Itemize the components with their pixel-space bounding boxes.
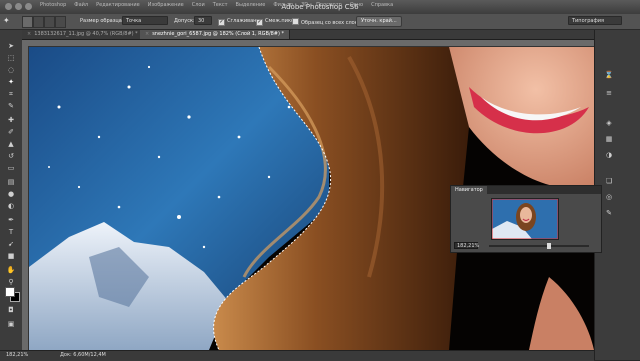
navigator-zoom-input[interactable]: 182,21% [454,242,479,249]
screen-mode-icon[interactable]: ▣ [5,320,17,328]
tolerance-label: Допуск: [174,18,195,24]
menu-item[interactable]: Справка [371,2,393,8]
history-brush-icon[interactable]: ↺ [5,152,17,160]
contiguous-checkbox[interactable]: ✓ Смеж.пикс [256,18,294,26]
swatches-icon[interactable]: ▦ [603,134,615,144]
all-layers-checkbox[interactable]: Образец со всех слоев [292,18,361,26]
workspace-select[interactable]: Типография [568,16,622,25]
navigator-header: Навигатор [451,186,601,194]
tab-document-2[interactable]: × snezhnie_gori_6587.jpg @ 182% (Слой 1, … [140,30,291,39]
menu-item[interactable]: Изображение [148,2,184,8]
path-select-icon[interactable]: ➹ [5,240,17,248]
magic-wand-icon[interactable]: ✦ [5,78,17,86]
navigator-zoom-slider[interactable] [489,245,589,247]
crop-icon[interactable]: ⌗ [5,90,17,98]
menu-item[interactable]: Файл [74,2,88,8]
stamp-icon[interactable]: ▲ [5,140,17,148]
adjustments-icon[interactable]: ◑ [603,150,615,160]
layers-icon[interactable]: ❏ [603,176,615,186]
ruler-horizontal [22,40,594,47]
lasso-icon[interactable]: ◌ [5,66,17,74]
blur-icon[interactable]: ● [5,190,17,198]
status-doc-size: Док: 6,60M/12,4M [60,352,106,358]
properties-icon[interactable]: ≡ [603,88,615,98]
tab-document-1[interactable]: × 1383132617_11.jpg @ 40,7% (RGB/8#) * [22,30,144,39]
status-bar: 182,21% Док: 6,60M/12,4M [0,350,594,361]
navigator-panel: Навигатор 182,21% [450,185,602,253]
subtract-selection-icon[interactable] [44,16,55,28]
zoom-icon[interactable]: ⚲ [5,278,17,286]
new-selection-icon[interactable] [22,16,33,28]
contiguous-label: Смеж.пикс [265,18,294,24]
menu-bar: Photoshop Файл Редактирование Изображение Сл… [40,2,393,8]
navigator-thumbnail[interactable] [491,198,559,240]
foreground-color-swatch[interactable] [5,287,15,297]
title-bar: Adobe Photoshop CS6 Photoshop Файл Редакти… [0,0,640,15]
paths-icon[interactable]: ✎ [603,208,615,218]
intersect-selection-icon[interactable] [55,16,66,28]
quick-mask-icon[interactable]: ◘ [5,306,17,314]
sample-size-select[interactable]: Точка [122,16,168,25]
eyedropper-icon[interactable]: ✎ [5,102,17,110]
navigator-zoom-knob[interactable] [547,243,551,249]
menu-item[interactable]: Текст [213,2,228,8]
menu-item[interactable]: Photoshop [40,2,66,8]
status-zoom[interactable]: 182,21% [6,352,28,358]
menu-item[interactable]: Просмотр [316,2,342,8]
type-icon[interactable]: T [5,228,17,236]
menu-item[interactable]: Редактирование [96,2,140,8]
close-tab-icon[interactable]: × [27,31,31,37]
options-bar: ✦ Размер образца: Точка Допуск: 30 ✓ Сгла… [0,14,640,30]
pen-icon[interactable]: ✒ [5,216,17,224]
magic-wand-icon[interactable]: ✦ [3,16,17,26]
add-selection-icon[interactable] [33,16,44,28]
menu-item[interactable]: Выделение [236,2,266,8]
menu-item[interactable]: Фильтр [273,2,293,8]
document-tabs: × 1383132617_11.jpg @ 40,7% (RGB/8#) * × s… [22,30,594,40]
sample-size-label: Размер образца: [80,18,124,24]
shape-icon[interactable]: ■ [5,252,17,260]
navigator-preview-image [492,199,558,239]
tolerance-input[interactable]: 30 [194,16,212,25]
navigator-tab[interactable]: Навигатор [451,186,487,194]
ruler-vertical [22,46,29,350]
tab-label: 1383132617_11.jpg @ 40,7% (RGB/8#) * [34,31,138,37]
all-layers-label: Образец со всех слоев [301,20,361,26]
hand-icon[interactable]: ✋ [5,266,17,274]
color-icon[interactable]: ◈ [603,118,615,128]
brush-icon[interactable]: ✐ [5,128,17,136]
gradient-icon[interactable]: ▤ [5,178,17,186]
eraser-icon[interactable]: ▭ [5,164,17,172]
menu-item[interactable]: Окно [350,2,363,8]
healing-icon[interactable]: ✚ [5,116,17,124]
channels-icon[interactable]: ◎ [603,192,615,202]
refine-edge-button[interactable]: Уточн. край... [356,16,402,27]
toolbox: ➤ ⬚ ◌ ✦ ⌗ ✎ ✚ ✐ ▲ ↺ ▭ ▤ ● ◐ ✒ T ➹ ■ ✋ ⚲ … [0,30,23,360]
marquee-icon[interactable]: ⬚ [5,54,17,62]
close-tab-icon[interactable]: × [145,31,149,37]
tab-label: snezhnie_gori_6587.jpg @ 182% (Слой 1, R… [152,31,285,37]
dodge-icon[interactable]: ◐ [5,202,17,210]
menu-item[interactable]: Слои [192,2,205,8]
history-icon[interactable]: ⌛ [603,70,615,80]
move-icon[interactable]: ➤ [5,42,17,50]
menu-item[interactable]: 3D [301,2,308,8]
